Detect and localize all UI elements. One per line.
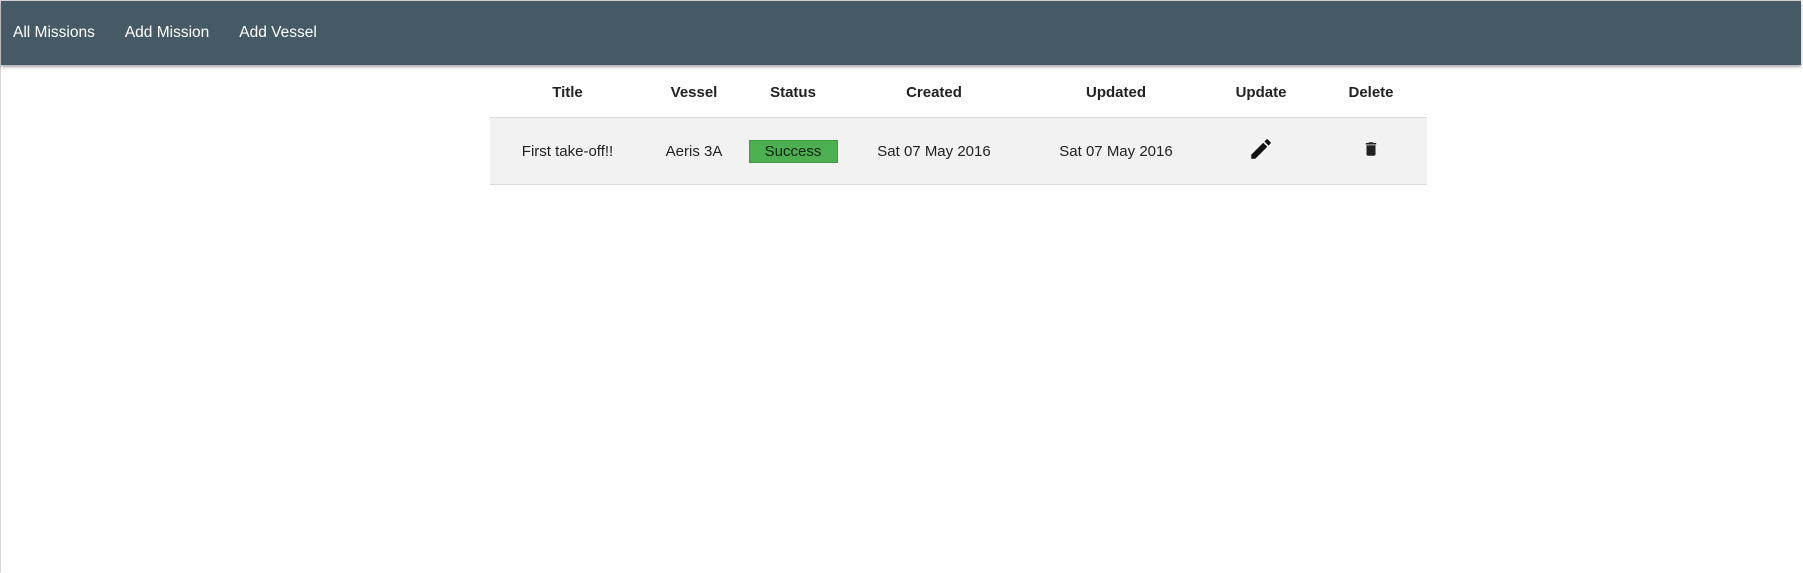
cell-vessel: Aeris 3A [645, 117, 743, 185]
pencil-icon[interactable] [1248, 136, 1274, 162]
table-row: First take-off!! Aeris 3A Success Sat 07… [490, 117, 1427, 185]
missions-table: Title Vessel Status Created Updated Upda… [490, 67, 1427, 185]
header-delete: Delete [1315, 67, 1427, 118]
header-status: Status [743, 67, 843, 118]
header-vessel: Vessel [645, 67, 743, 118]
header-update: Update [1207, 67, 1315, 118]
cell-delete [1315, 117, 1427, 185]
top-nav-bar: All Missions Add Mission Add Vessel [1, 1, 1801, 65]
cell-created: Sat 07 May 2016 [843, 117, 1025, 185]
nav-all-missions[interactable]: All Missions [13, 24, 95, 42]
header-title: Title [490, 67, 645, 118]
nav-add-vessel[interactable]: Add Vessel [239, 24, 317, 42]
cell-status: Success [743, 117, 843, 185]
cell-updated: Sat 07 May 2016 [1025, 117, 1207, 185]
nav-add-mission[interactable]: Add Mission [125, 24, 209, 42]
app-frame: All Missions Add Mission Add Vessel Titl… [0, 0, 1801, 572]
trash-icon[interactable] [1362, 140, 1380, 158]
cell-update [1207, 117, 1315, 185]
missions-table-container: Title Vessel Status Created Updated Upda… [490, 67, 1427, 185]
cell-title: First take-off!! [490, 117, 645, 185]
header-created: Created [843, 67, 1025, 118]
header-updated: Updated [1025, 67, 1207, 118]
status-badge: Success [748, 139, 838, 163]
table-header-row: Title Vessel Status Created Updated Upda… [490, 67, 1427, 118]
